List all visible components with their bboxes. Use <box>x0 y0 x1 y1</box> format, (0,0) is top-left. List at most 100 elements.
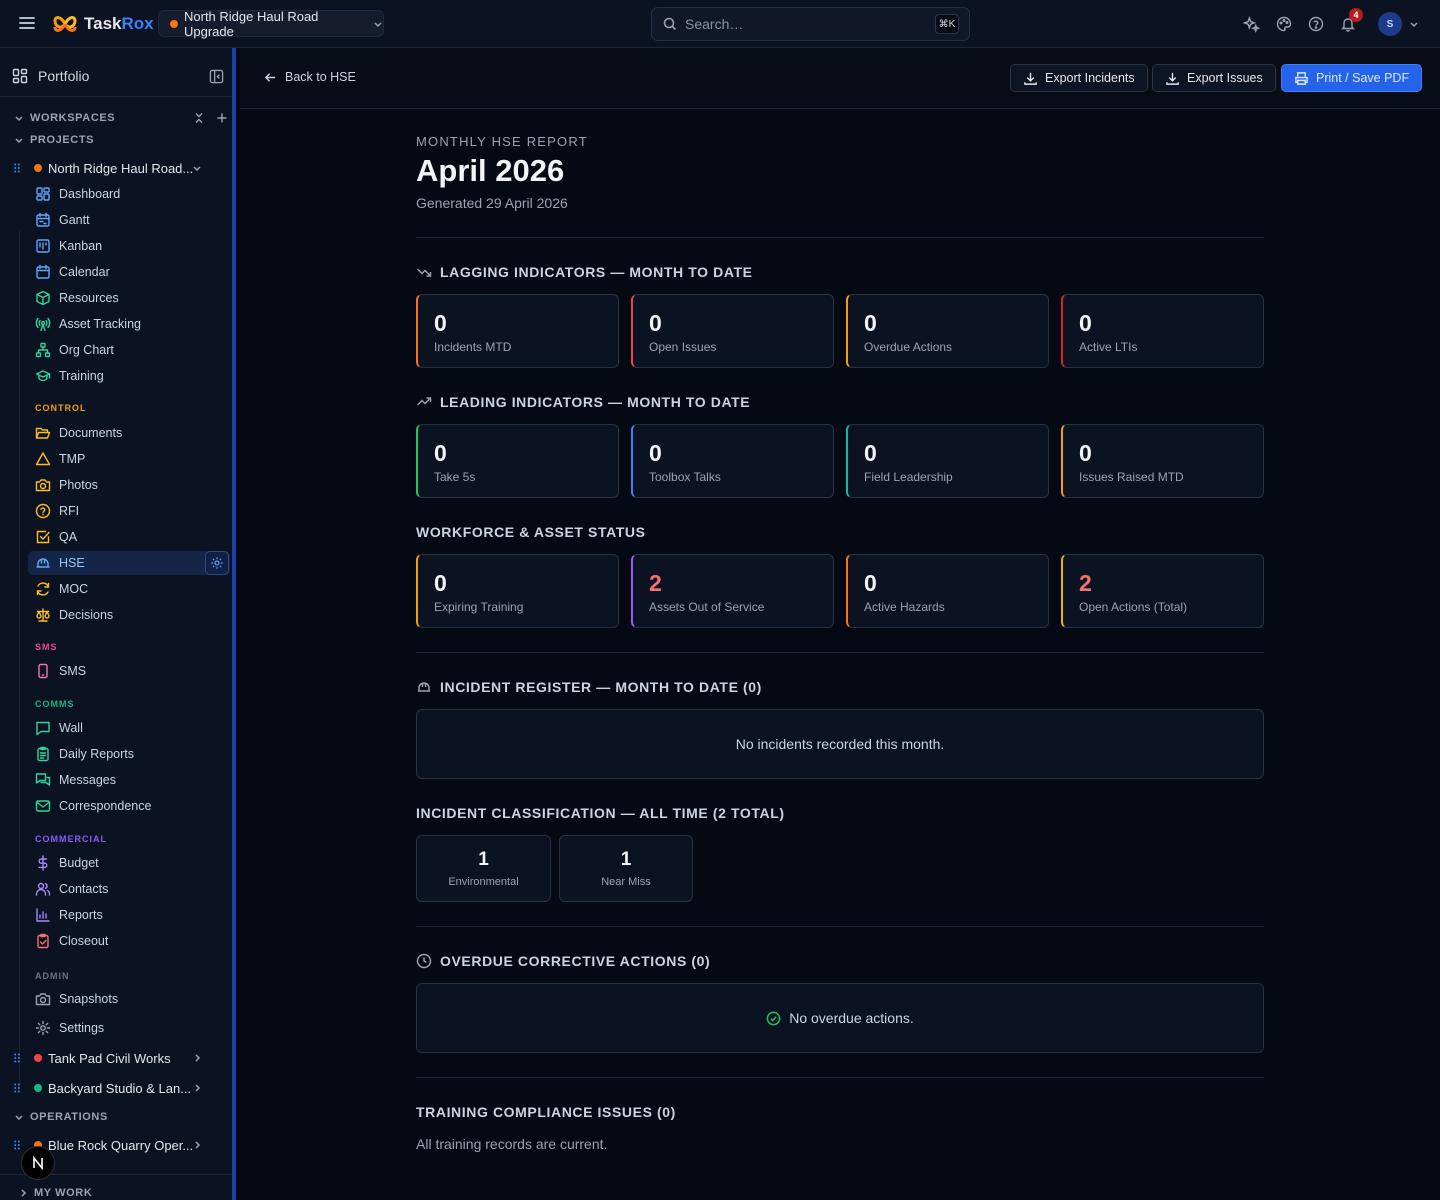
print-save-pdf-button[interactable]: Print / Save PDF <box>1281 64 1423 92</box>
project-backyard-studio[interactable]: Backyard Studio & Lan... <box>0 1077 232 1099</box>
sidebar-item-dashboard[interactable]: Dashboard <box>28 182 230 206</box>
check-circle-icon <box>766 1011 781 1025</box>
sidebar-item-contacts[interactable]: Contacts <box>28 877 230 901</box>
incident-register-title: INCIDENT REGISTER — MONTH TO DATE (0) <box>416 679 762 695</box>
main-content: Back to HSE Export Incidents Export Issu… <box>240 48 1440 1200</box>
kpi-card: 0 Field Leadership <box>846 424 1049 498</box>
sidebar-item-asset-tracking[interactable]: Asset Tracking <box>28 312 230 336</box>
export-incidents-button[interactable]: Export Incidents <box>1010 64 1148 92</box>
section-title-text: LEADING INDICATORS — MONTH TO DATE <box>440 394 751 410</box>
sparkles-icon[interactable] <box>1243 16 1260 33</box>
sidebar-item-label: Decisions <box>59 608 114 622</box>
sidebar-item-correspondence[interactable]: Correspondence <box>28 794 230 818</box>
sidebar-item-decisions[interactable]: Decisions <box>28 603 230 627</box>
graduation-cap-icon <box>35 368 51 384</box>
sidebar-item-tmp[interactable]: TMP <box>28 447 230 471</box>
brand-name[interactable]: TaskRox <box>84 14 154 34</box>
hard-hat-icon <box>35 555 51 571</box>
sidebar-item-daily-reports[interactable]: Daily Reports <box>28 742 230 766</box>
generated-date: Generated 29 April 2026 <box>416 195 568 211</box>
mail-icon <box>35 798 51 814</box>
kpi-label: Expiring Training <box>434 600 524 614</box>
kpi-value: 0 <box>434 310 447 336</box>
leading-section-title: LEADING INDICATORS — MONTH TO DATE <box>416 394 750 410</box>
sidebar-item-reports[interactable]: Reports <box>28 903 230 927</box>
sidebar-item-rfi[interactable]: RFI <box>28 499 230 523</box>
chevron-down-icon <box>15 1115 23 1121</box>
sidebar-item-kanban[interactable]: Kanban <box>28 234 230 258</box>
kpi-value: 0 <box>864 310 877 336</box>
sidebar-item-training[interactable]: Training <box>28 364 230 388</box>
palette-icon[interactable] <box>1276 16 1292 32</box>
kpi-label: Overdue Actions <box>864 340 953 354</box>
sidebar-item-budget[interactable]: Budget <box>28 851 230 875</box>
hse-settings-gear-icon[interactable] <box>205 551 229 575</box>
export-issues-button[interactable]: Export Issues <box>1152 64 1276 92</box>
workspaces-header[interactable]: WORKSPACES <box>14 112 115 124</box>
classification-count: 1 <box>620 849 632 870</box>
sidebar-item-calendar[interactable]: Calendar <box>28 260 230 284</box>
sidebar-collapse-icon[interactable] <box>209 69 224 84</box>
project-name: Backyard Studio & Lan... <box>48 1080 192 1096</box>
project-tank-pad[interactable]: Tank Pad Civil Works <box>0 1047 232 1069</box>
kpi-label: Issues Raised MTD <box>1079 470 1184 484</box>
collapse-all-icon[interactable] <box>193 112 205 124</box>
drag-handle-icon[interactable] <box>14 163 20 173</box>
sidebar-item-wall[interactable]: Wall <box>28 716 230 740</box>
sidebar: Portfolio WORKSPACES PROJECTS North Ridg… <box>0 48 236 1200</box>
projects-header[interactable]: PROJECTS <box>14 134 94 146</box>
portfolio-link[interactable]: Portfolio <box>12 68 89 84</box>
category-sms: SMS <box>35 642 58 652</box>
sidebar-item-sms[interactable]: SMS <box>28 659 230 683</box>
project-north-ridge[interactable]: North Ridge Haul Road... <box>0 157 232 179</box>
drag-handle-icon[interactable] <box>14 1140 20 1150</box>
section-title-text: LAGGING INDICATORS — MONTH TO DATE <box>440 264 753 280</box>
avatar[interactable]: S <box>1378 12 1402 36</box>
sidebar-item-label: Resources <box>59 291 119 305</box>
drag-handle-icon[interactable] <box>14 1083 20 1093</box>
clock-icon <box>416 953 432 969</box>
sidebar-item-resources[interactable]: Resources <box>28 286 230 310</box>
project-selector[interactable]: North Ridge Haul Road Upgrade <box>158 9 384 39</box>
layout-dashboard-icon <box>35 186 51 202</box>
sidebar-item-label: HSE <box>59 556 85 570</box>
section-title-text: OVERDUE CORRECTIVE ACTIONS (0) <box>440 953 711 969</box>
sidebar-item-gantt[interactable]: Gantt <box>28 208 230 232</box>
menu-icon[interactable] <box>18 15 36 31</box>
sidebar-item-hse[interactable]: HSE <box>28 551 230 575</box>
sidebar-item-snapshots[interactable]: Snapshots <box>28 987 230 1011</box>
plus-icon[interactable] <box>216 112 228 124</box>
drag-handle-icon[interactable] <box>14 1053 20 1063</box>
operations-header[interactable]: OPERATIONS <box>14 1111 108 1123</box>
section-title-text: INCIDENT CLASSIFICATION — ALL TIME (2 TO… <box>416 805 785 821</box>
chevron-down-icon[interactable] <box>192 163 202 173</box>
help-icon[interactable] <box>1308 16 1324 32</box>
kanban-icon <box>35 238 51 254</box>
search-input[interactable]: Search… ⌘K <box>651 7 970 41</box>
chevron-right-icon[interactable] <box>192 1140 202 1150</box>
back-link[interactable]: Back to HSE <box>264 70 356 84</box>
sidebar-item-messages[interactable]: Messages <box>28 768 230 792</box>
kpi-card: 2 Assets Out of Service <box>631 554 834 628</box>
clipboard-list-icon <box>35 746 51 762</box>
sidebar-item-documents[interactable]: Documents <box>28 421 230 445</box>
sidebar-item-closeout[interactable]: Closeout <box>28 929 230 953</box>
sidebar-item-settings[interactable]: Settings <box>28 1016 230 1040</box>
my-work-header[interactable]: MY WORK <box>18 1187 92 1199</box>
kpi-card: 0 Active Hazards <box>846 554 1049 628</box>
kpi-value: 0 <box>649 440 662 466</box>
chevron-down-icon[interactable] <box>1409 19 1419 29</box>
chevron-right-icon[interactable] <box>192 1053 202 1063</box>
sidebar-item-photos[interactable]: Photos <box>28 473 230 497</box>
projects-label: PROJECTS <box>30 134 95 146</box>
kpi-label: Active LTIs <box>1079 340 1138 354</box>
sidebar-item-org-chart[interactable]: Org Chart <box>28 338 230 362</box>
workspaces-label: WORKSPACES <box>30 112 116 124</box>
sidebar-item-moc[interactable]: MOC <box>28 577 230 601</box>
chevron-right-icon[interactable] <box>192 1083 202 1093</box>
sidebar-item-label: QA <box>59 530 78 544</box>
sidebar-item-qa[interactable]: QA <box>28 525 230 549</box>
sidebar-item-label: Messages <box>59 773 116 787</box>
next-dev-tools-icon[interactable] <box>21 1146 55 1180</box>
sidebar-item-label: Budget <box>59 856 99 870</box>
